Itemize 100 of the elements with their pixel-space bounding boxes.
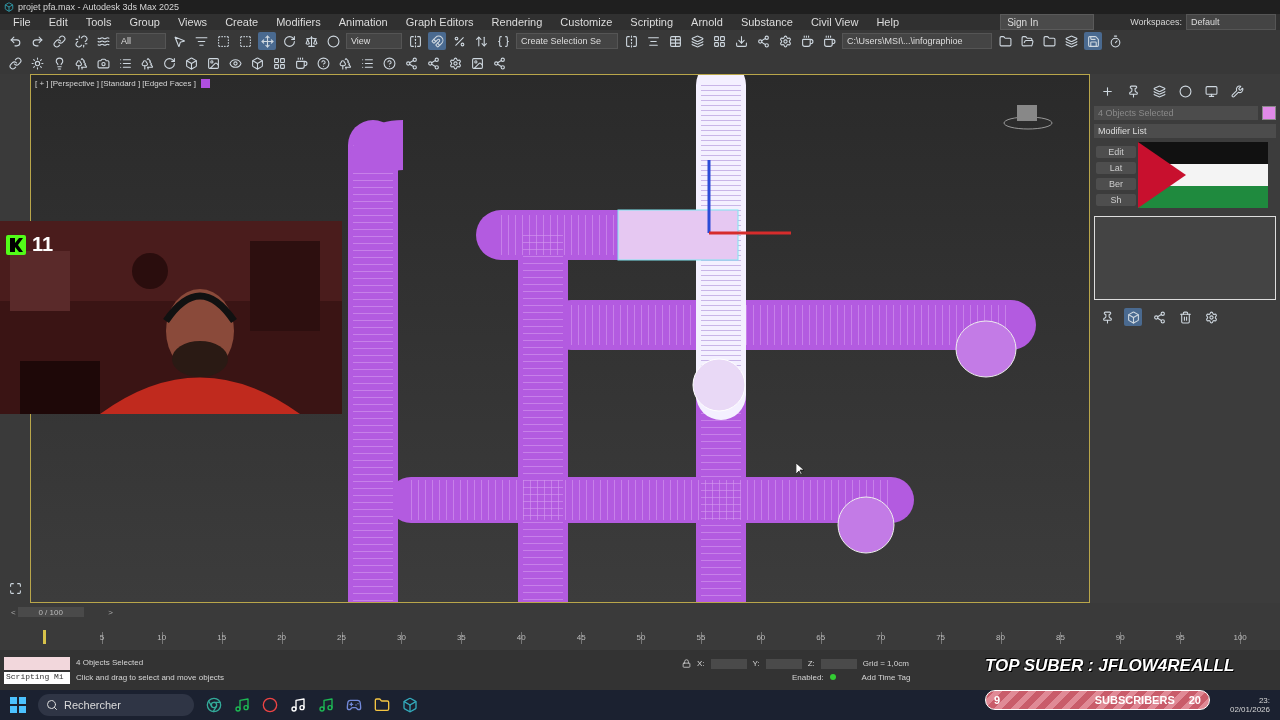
coordinate-dropdown[interactable]: View <box>346 33 402 49</box>
menu-item[interactable]: Views <box>168 16 217 28</box>
selection-filter-dropdown[interactable]: All <box>116 33 166 49</box>
sign-in-button[interactable]: Sign In <box>1000 14 1095 30</box>
timeline-track[interactable]: 5 10 15 20 25 30 35 40 45 50 55 60 65 70 75 80 85 90 95 100 <box>8 622 1272 644</box>
color-swatch[interactable] <box>1262 106 1276 120</box>
modifier-button[interactable]: Sh <box>1096 194 1136 206</box>
viewer-count: 11 <box>32 233 54 256</box>
lock-icon[interactable] <box>682 659 691 668</box>
menu-item[interactable]: Arnold <box>682 16 732 28</box>
frame-label: 65 <box>815 633 827 642</box>
app-icon <box>4 2 14 12</box>
goal-label: SUBSCRIBERS <box>1094 694 1175 706</box>
link-icon[interactable] <box>6 54 24 72</box>
menu-item[interactable]: Civil View <box>801 16 868 28</box>
modifier-button[interactable]: Edit <box>1096 146 1136 158</box>
circle-icon[interactable] <box>1176 82 1194 100</box>
menu-item[interactable]: Group <box>120 16 169 28</box>
frame-label: 85 <box>1054 633 1066 642</box>
circle-icon[interactable] <box>324 32 342 50</box>
magnet-icon[interactable] <box>428 32 446 50</box>
link-icon[interactable] <box>50 32 68 50</box>
menu-item[interactable]: Animation <box>329 16 397 28</box>
circle-icon[interactable] <box>262 697 278 713</box>
menu-item[interactable]: Modifiers <box>267 16 330 28</box>
frame-label: 95 <box>1174 633 1186 642</box>
modifier-list-dropdown[interactable]: Modifier List <box>1094 124 1276 138</box>
gamepad-icon[interactable] <box>346 697 362 713</box>
frame-counter: 0 / 100 <box>17 607 84 617</box>
frame-label: 5 <box>98 633 106 642</box>
viewport-label[interactable]: [ + ] <box>35 79 49 88</box>
menu-item[interactable]: Create <box>216 16 268 28</box>
frame-label: 35 <box>455 633 467 642</box>
time-marker[interactable] <box>43 630 46 644</box>
box-icon[interactable] <box>402 697 418 713</box>
previous-frame-button[interactable]: < <box>11 607 16 617</box>
menu-item[interactable]: Scripting <box>621 16 683 28</box>
status-dot <box>829 674 836 680</box>
cursor-icon <box>796 463 804 475</box>
add-time-tag[interactable]: Add Time Tag <box>861 672 911 682</box>
viewport-label[interactable]: [Standard ] <box>101 79 141 88</box>
frame-label: 50 <box>635 633 647 642</box>
frame-label: 60 <box>755 633 767 642</box>
frame-label: 100 <box>1232 633 1248 642</box>
viewport-label[interactable]: [Edged Faces ] <box>142 79 196 88</box>
move-icon[interactable] <box>258 32 276 50</box>
y-label: Y: <box>752 659 760 668</box>
box-icon[interactable] <box>1124 308 1142 326</box>
next-frame-button[interactable]: > <box>108 607 113 617</box>
save-icon[interactable] <box>1084 32 1102 50</box>
frame-label: 55 <box>695 633 707 642</box>
music-icon[interactable] <box>318 697 334 713</box>
menu-item[interactable]: File <box>4 16 40 28</box>
viewport-label[interactable]: [Perspective ] <box>50 79 100 88</box>
color-swatch <box>201 79 210 88</box>
frame-label: 70 <box>875 633 887 642</box>
frame-label: 40 <box>515 633 527 642</box>
help-icon[interactable] <box>380 54 398 72</box>
frame-label: 90 <box>1114 633 1126 642</box>
menu-item[interactable]: Graph Editors <box>396 16 483 28</box>
modifier-button[interactable]: Ber <box>1096 178 1136 190</box>
menu-item[interactable]: Substance <box>731 16 802 28</box>
sun-icon[interactable] <box>28 54 46 72</box>
browser-icon[interactable] <box>206 697 222 713</box>
layers-icon[interactable] <box>688 32 706 50</box>
modifier-button[interactable]: Lat <box>1096 162 1136 174</box>
menu-item[interactable]: Rendering <box>482 16 552 28</box>
frame-label: 10 <box>156 633 168 642</box>
selection-status: 4 Objects Selected <box>76 658 145 667</box>
layers-icon[interactable] <box>1062 32 1080 50</box>
search-field[interactable]: Rechercher <box>38 694 194 716</box>
frame-label: 15 <box>216 633 228 642</box>
help-icon[interactable] <box>314 54 332 72</box>
folder-icon[interactable] <box>374 697 390 713</box>
x-label: X: <box>697 659 705 668</box>
goal-target: 20 <box>1188 694 1201 706</box>
script-field[interactable]: Scripting Mi <box>4 671 70 684</box>
frame-label: 80 <box>995 633 1006 642</box>
selection-set-dropdown[interactable]: Create Selection Se <box>516 33 618 49</box>
music-icon[interactable] <box>234 697 250 713</box>
frame-label: 75 <box>935 633 947 642</box>
menu-item[interactable]: Help <box>867 16 908 28</box>
music-icon[interactable] <box>290 697 306 713</box>
listener-field[interactable] <box>4 656 70 670</box>
windows-icon[interactable] <box>10 697 26 713</box>
wrench-icon[interactable] <box>1228 82 1246 100</box>
workspace-dropdown[interactable]: Default <box>1186 14 1276 30</box>
prompt-text: Click and drag to select and move objects <box>76 673 226 682</box>
menu-item[interactable]: Tools <box>76 16 121 28</box>
clock-time: 23: <box>1258 696 1270 705</box>
unlink-icon[interactable] <box>72 32 90 50</box>
z-label: Z: <box>807 659 815 668</box>
menu-item[interactable]: Edit <box>39 16 77 28</box>
modifier-stack[interactable] <box>1094 216 1276 300</box>
enabled-label: Enabled: <box>792 672 824 682</box>
menu-item[interactable]: Customize <box>551 16 622 28</box>
search-icon <box>46 699 58 711</box>
top-sub-text: TOP SUBER : JFLOW4REALLL <box>985 656 1235 676</box>
workspaces-label: Workspaces: <box>1130 17 1182 27</box>
project-path-dropdown[interactable]: C:\Users\MSI\...\infographioe <box>842 33 992 49</box>
